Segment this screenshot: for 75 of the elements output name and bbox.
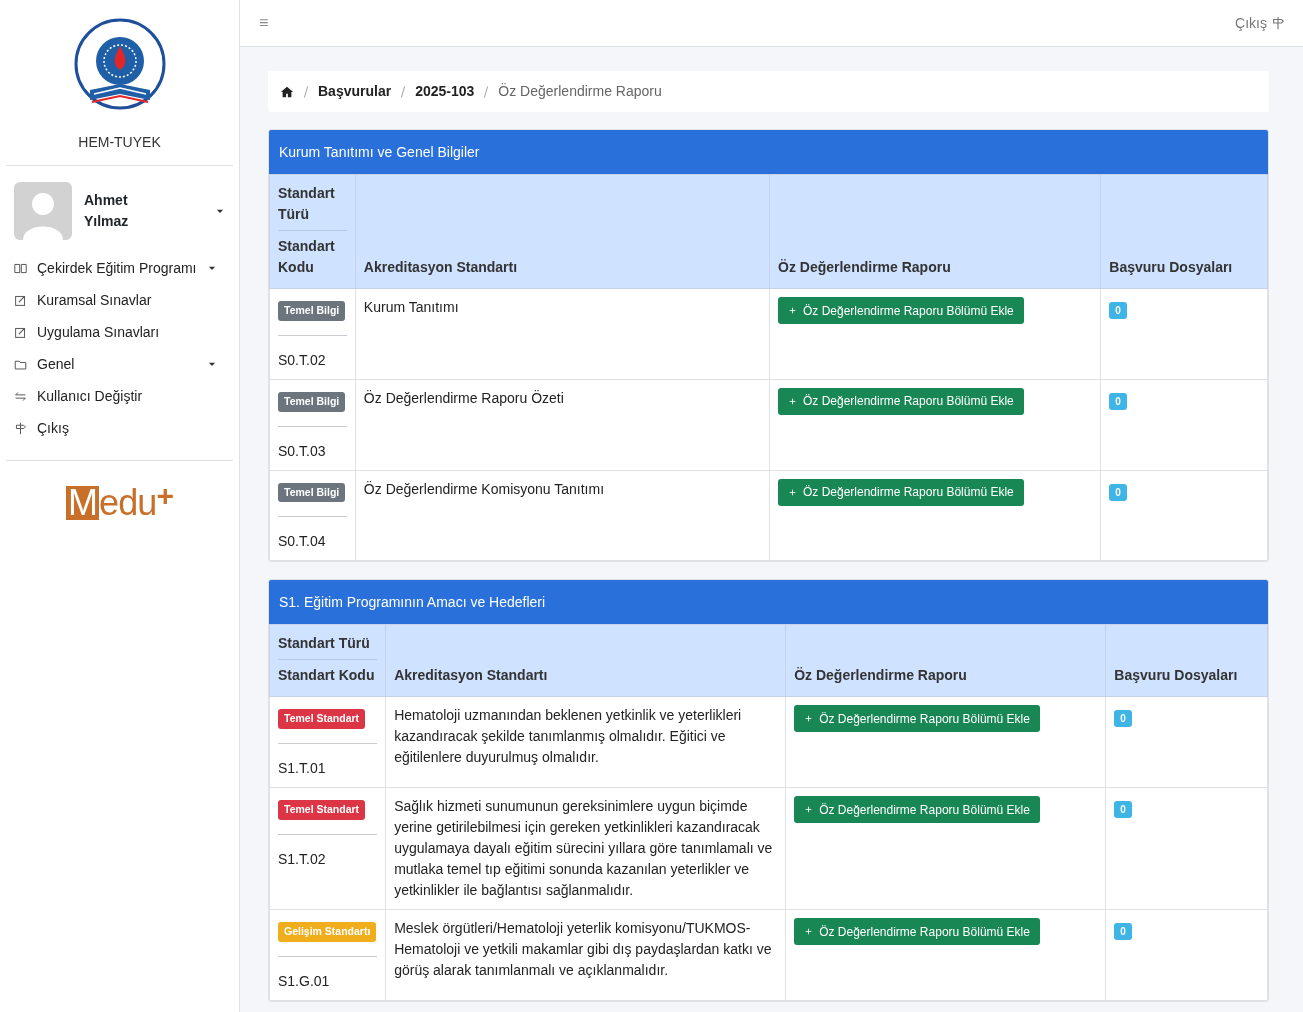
plus-icon bbox=[788, 306, 797, 315]
breadcrumb-link[interactable]: Başvurular bbox=[318, 81, 392, 102]
plus-icon bbox=[804, 714, 814, 724]
plus-icon bbox=[804, 927, 814, 936]
file-count-badge: 0 bbox=[1109, 483, 1127, 501]
swap-arrows-icon bbox=[14, 389, 27, 403]
user-last-name: Yılmaz bbox=[84, 212, 129, 231]
pencil-square-icon bbox=[14, 325, 27, 339]
slash-divider-icon bbox=[302, 84, 310, 99]
sidebar-item[interactable]: Genel bbox=[6, 348, 233, 380]
add-report-section-button[interactable]: Öz Değerlendirme Raporu Bölümü Ekle bbox=[778, 478, 1024, 506]
add-report-section-button[interactable]: Öz Değerlendirme Raporu Bölümü Ekle bbox=[778, 297, 1024, 324]
section-header: Kurum Tanıtımı ve Genel Bilgiler bbox=[269, 130, 1268, 174]
signpost-icon bbox=[1271, 16, 1285, 30]
standard-type-badge: Temel Bilgi bbox=[278, 482, 346, 503]
user-menu[interactable]: Ahmet Yılmaz bbox=[0, 166, 239, 248]
file-count-badge: 0 bbox=[1114, 801, 1132, 818]
avatar-icon bbox=[14, 182, 72, 240]
signpost-icon bbox=[14, 421, 27, 435]
standard-type-badge: Temel Bilgi bbox=[278, 391, 346, 412]
plus-icon bbox=[804, 805, 814, 814]
sidebar-item[interactable]: Kullanıcı Değiştir bbox=[6, 380, 233, 412]
column-header: Standart Türü bbox=[278, 633, 378, 661]
book-icon bbox=[14, 261, 27, 275]
sidebar-item[interactable]: Uygulama Sınavları bbox=[6, 316, 233, 348]
organization-name: HEM-TUYEK bbox=[78, 133, 161, 152]
add-report-section-button[interactable]: Öz Değerlendirme Raporu Bölümü Ekle bbox=[794, 918, 1040, 945]
sidebar-item[interactable]: Çekirdek Eğitim Programı bbox=[6, 252, 233, 284]
column-header: Standart Türü bbox=[278, 183, 347, 231]
slash-divider-icon bbox=[482, 84, 491, 99]
slash-divider-icon bbox=[399, 84, 408, 99]
home-icon bbox=[280, 84, 294, 99]
standard-code: S1.T.02 bbox=[278, 849, 327, 869]
standard-type-badge: Temel Bilgi bbox=[278, 301, 346, 321]
column-header: Standart Kodu bbox=[278, 666, 376, 686]
logout-link[interactable]: Çıkış bbox=[1235, 12, 1285, 34]
standard-description: Meslek örgütleri/Hematoloji yeterlik komisyonu/TUKMOS-Hematoloji ve yetkili makamlar gibi dış paydaşlardan katkı ve görüş alarak tanımlanmalı ve açıklanmalıdır. bbox=[394, 920, 772, 978]
standard-code: S0.T.02 bbox=[278, 350, 327, 370]
breadcrumb-current: Öz Değerlendirme Raporu bbox=[498, 82, 662, 101]
sidebar-item[interactable]: Çıkış bbox=[6, 412, 233, 444]
brand-logo: Medu+ bbox=[65, 485, 174, 521]
add-report-section-button[interactable]: Öz Değerlendirme Raporu Bölümü Ekle bbox=[794, 705, 1040, 733]
standard-description: Öz Değerlendirme Raporu Özeti bbox=[363, 389, 564, 406]
menu-toggle[interactable]: ≡ bbox=[259, 11, 269, 35]
file-count-badge: 0 bbox=[1109, 302, 1127, 319]
standard-description: Kurum Tanıtımı bbox=[363, 299, 459, 315]
file-count-badge: 0 bbox=[1109, 392, 1127, 410]
add-report-section-button[interactable]: Öz Değerlendirme Raporu Bölümü Ekle bbox=[778, 387, 1024, 415]
standard-code: S0.T.04 bbox=[278, 532, 327, 552]
standard-code: S1.T.01 bbox=[278, 759, 327, 778]
column-header: Standart Kodu bbox=[278, 237, 336, 277]
plus-icon bbox=[788, 487, 797, 497]
standard-code: S0.T.03 bbox=[278, 441, 327, 461]
column-header: Akreditasyon Standartı bbox=[363, 259, 518, 275]
add-report-section-button[interactable]: Öz Değerlendirme Raporu Bölümü Ekle bbox=[794, 796, 1040, 823]
standard-description: Sağlık hizmeti sunumunun gereksinimlere uygun biçimde yerine getirilebilmesi için gereken yetkinlikleri kazandıracak uygulamaya dayalı eğitim sürecini yıllara göre tanımlamalı ve mutlaka temel tıp eğitimi sonunda kazanılan yeterlikler ve yetkinlikler ile bağlantısı sağlanmalıdır. bbox=[394, 798, 773, 898]
pencil-square-icon bbox=[14, 293, 27, 307]
column-header: Başvuru Dosyaları bbox=[1109, 259, 1233, 275]
standard-type-badge: Gelişim Standartı bbox=[278, 922, 377, 942]
breadcrumb-link[interactable]: 2025-103 bbox=[415, 81, 475, 102]
standard-code: S1.G.01 bbox=[278, 971, 331, 991]
standard-description: Hematoloji uzmanından beklenen yetkinlik ve yeterlikleri kazandıracak şekilde tanımlanmış olmalıdır. Eğitici ve eğitilenlere duyurulmuş olmalıdır. bbox=[394, 707, 742, 766]
column-header: Başvuru Dosyaları bbox=[1114, 667, 1238, 684]
column-header: Akreditasyon Standartı bbox=[394, 667, 548, 684]
file-count-badge: 0 bbox=[1114, 923, 1132, 940]
file-count-badge: 0 bbox=[1114, 710, 1132, 728]
column-header: Öz Değerlendirme Raporu bbox=[778, 259, 951, 275]
plus-icon bbox=[788, 396, 797, 406]
standard-type-badge: Temel Standart bbox=[278, 709, 366, 729]
column-header: Öz Değerlendirme Raporu bbox=[794, 667, 967, 684]
section-header: S1. Eğitim Programının Amacı ve Hedefleri bbox=[269, 580, 1268, 625]
user-first-name: Ahmet bbox=[84, 191, 129, 210]
standard-type-badge: Temel Standart bbox=[278, 800, 366, 820]
sidebar-item[interactable]: Kuramsal Sınavlar bbox=[6, 284, 233, 316]
standard-description: Öz Değerlendirme Komisyonu Tanıtımı bbox=[363, 480, 605, 497]
